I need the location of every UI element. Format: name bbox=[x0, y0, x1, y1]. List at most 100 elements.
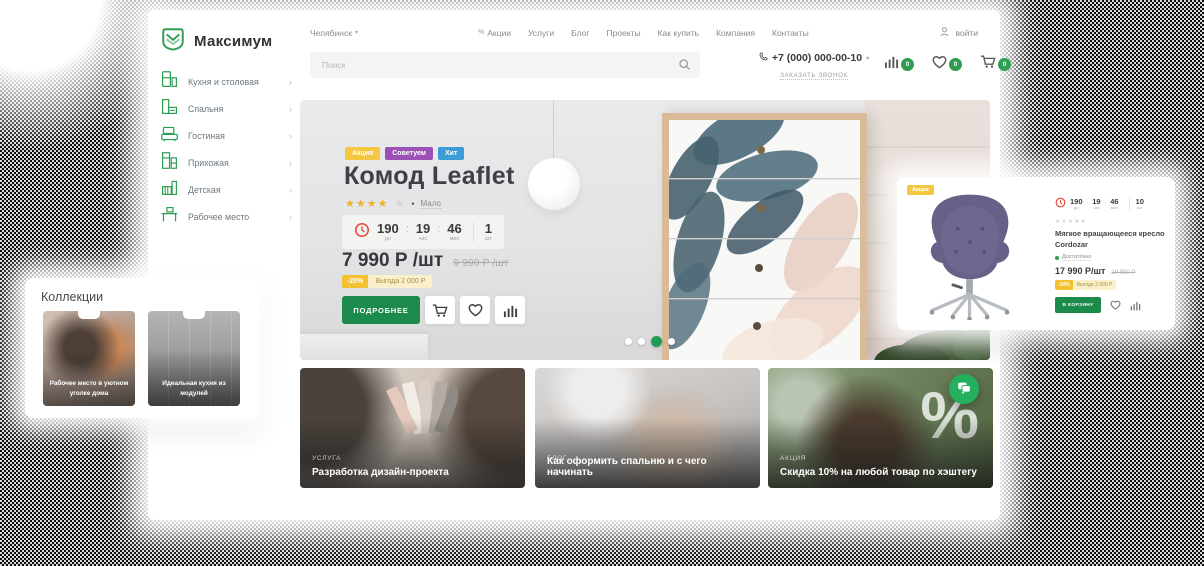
nav-projects[interactable]: Проекты bbox=[606, 28, 640, 38]
phone-number[interactable]: +7 (000) 000-00-10 ▾ bbox=[746, 52, 882, 64]
favorite-button[interactable] bbox=[1110, 300, 1121, 310]
discount-badge: -10% bbox=[1055, 280, 1073, 290]
site-panel: Максимум Челябинск ▾ %Акции Услуги Блог … bbox=[148, 10, 1000, 520]
sidebar-item-bedroom[interactable]: Спальня › bbox=[160, 95, 292, 122]
favorites-button[interactable]: 0 bbox=[932, 54, 962, 74]
benefit-badge: Выгода 2 000 Р bbox=[1073, 280, 1117, 290]
badge-hit: Хит bbox=[438, 147, 464, 160]
workplace-icon bbox=[160, 205, 179, 229]
hero-photo-ornament bbox=[528, 158, 580, 210]
login-label: войти bbox=[955, 28, 978, 38]
slider-dot-4[interactable] bbox=[668, 338, 675, 345]
nav-sales[interactable]: %Акции bbox=[478, 28, 511, 38]
banner-design-service[interactable]: УСЛУГА Разработка дизайн-проекта bbox=[300, 368, 525, 488]
banner-title: Разработка дизайн-проекта bbox=[312, 467, 515, 478]
phone-icon bbox=[759, 52, 768, 64]
collection-caption: Рабочее место в уютном уголке дома bbox=[47, 379, 131, 400]
sidebar-item-kitchen[interactable]: Кухня и столовая › bbox=[160, 68, 292, 95]
chevron-down-icon: ▾ bbox=[355, 29, 358, 36]
nav-company[interactable]: Компания bbox=[716, 28, 755, 38]
sidebar-item-kids[interactable]: Детская › bbox=[160, 176, 292, 203]
hero-price-row: 7 990 Р /шт 9 990 Р /шт bbox=[342, 250, 508, 272]
collections-title: Коллекции bbox=[41, 290, 103, 304]
chevron-right-icon: › bbox=[289, 131, 292, 141]
collection-card-workplace[interactable]: Рабочее место в уютном уголке дома bbox=[43, 311, 135, 406]
star-icons-empty: ★★★★★ bbox=[1055, 218, 1167, 225]
product-photo-chair bbox=[905, 187, 1035, 320]
phone-text: +7 (000) 000-00-10 bbox=[772, 52, 862, 64]
search-bar bbox=[310, 52, 700, 78]
star-icon-empty: ★ bbox=[394, 197, 405, 210]
price-current: 17 990 Р/шт bbox=[1055, 266, 1105, 276]
compare-bars-icon bbox=[884, 54, 899, 74]
hero-product-photo bbox=[662, 113, 867, 360]
hero-countdown: 190дн : 19час : 46мин 1шт bbox=[342, 215, 504, 249]
slider-dot-2[interactable] bbox=[638, 338, 645, 345]
chat-widget-button[interactable] bbox=[949, 374, 979, 404]
details-button[interactable]: ПОДРОБНЕЕ bbox=[342, 296, 420, 324]
badge-sale: Акция bbox=[907, 185, 934, 195]
percent-icon: % bbox=[478, 29, 484, 36]
collection-card-kitchen[interactable]: Идеальная кухня из модулей bbox=[148, 311, 240, 406]
page-background: Максимум Челябинск ▾ %Акции Услуги Блог … bbox=[0, 0, 1204, 566]
cart-icon bbox=[980, 54, 996, 74]
nav-contacts[interactable]: Контакты bbox=[772, 28, 809, 38]
sidebar-item-hallway[interactable]: Прихожая › bbox=[160, 149, 292, 176]
cart-count-badge: 0 bbox=[998, 58, 1011, 71]
slider-dot-1[interactable] bbox=[625, 338, 632, 345]
cart-button[interactable]: 0 bbox=[980, 54, 1011, 74]
heart-icon bbox=[932, 55, 947, 74]
slider-dot-3-active[interactable] bbox=[651, 336, 662, 347]
top-nav: Челябинск ▾ %Акции Услуги Блог Проекты К… bbox=[310, 26, 978, 39]
banner-title: Скидка 10% на любой товар по хэштегу bbox=[780, 467, 983, 478]
nav-services[interactable]: Услуги bbox=[528, 28, 554, 38]
hero-discount-row: -20% Выгода 2 000 Р bbox=[342, 275, 432, 288]
search-input[interactable] bbox=[310, 52, 700, 78]
kids-icon bbox=[160, 178, 179, 202]
compare-button[interactable] bbox=[1130, 300, 1141, 311]
favorite-button[interactable] bbox=[460, 296, 490, 324]
banner-category: АКЦИЯ bbox=[780, 455, 806, 462]
hero-rating: ★★★★★ • Мало bbox=[345, 197, 441, 210]
collection-caption: Идеальная кухня из модулей bbox=[152, 379, 236, 400]
sidebar-item-livingroom[interactable]: Гостиная › bbox=[160, 122, 292, 149]
nav-blog[interactable]: Блог bbox=[571, 28, 589, 38]
add-to-cart-button[interactable]: В КОРЗИНУ bbox=[1055, 297, 1101, 313]
compare-button-hero[interactable] bbox=[495, 296, 525, 324]
bedroom-icon bbox=[160, 97, 179, 121]
timer-clock-icon bbox=[354, 222, 370, 243]
benefit-badge: Выгода 2 000 Р bbox=[368, 275, 432, 288]
search-icon[interactable] bbox=[678, 58, 691, 76]
badge-recommend: Советуем bbox=[385, 147, 433, 160]
sidebar-item-workplace[interactable]: Рабочее место › bbox=[160, 203, 292, 230]
city-selector[interactable]: Челябинск ▾ bbox=[310, 28, 358, 38]
availability-dot bbox=[1055, 256, 1059, 260]
hero-product-title: Комод Leaflet bbox=[344, 162, 515, 191]
chevron-down-icon: ▾ bbox=[866, 55, 869, 62]
logo-shield-icon bbox=[160, 26, 186, 57]
login-link[interactable]: войти bbox=[939, 26, 978, 39]
logo[interactable]: Максимум bbox=[160, 26, 272, 57]
add-to-cart-button[interactable] bbox=[425, 296, 455, 324]
price-old: 19 990 Р bbox=[1111, 270, 1135, 276]
product-countdown: 190дн : 19час : 46мин 10шт bbox=[1055, 195, 1167, 213]
nav-how-to-buy[interactable]: Как купить bbox=[658, 28, 700, 38]
favorites-count-badge: 0 bbox=[949, 58, 962, 71]
product-title[interactable]: Мягкое вращающееся кресло Cordozar bbox=[1055, 229, 1167, 250]
badge-sale: Акция bbox=[345, 147, 380, 160]
price-current: 7 990 Р /шт bbox=[342, 250, 443, 272]
chevron-right-icon: › bbox=[289, 104, 292, 114]
header-icons: 0 0 0 bbox=[884, 54, 1011, 74]
availability-label[interactable]: Мало bbox=[420, 199, 440, 209]
banner-blog-article[interactable]: БЛОГ Как оформить спальню и с чего начин… bbox=[535, 368, 760, 488]
hero-actions: ПОДРОБНЕЕ bbox=[342, 296, 525, 324]
product-quickview-card[interactable]: Акция 190дн : 19час : 46мин bbox=[897, 177, 1175, 330]
user-icon bbox=[939, 26, 950, 39]
compare-button[interactable]: 0 bbox=[884, 54, 914, 74]
hero-slider[interactable]: Акция Советуем Хит Комод Leaflet ★★★★★ •… bbox=[300, 100, 990, 360]
logo-text: Максимум bbox=[194, 33, 272, 50]
callback-link[interactable]: ЗАКАЗАТЬ ЗВОНОК bbox=[780, 72, 848, 80]
chevron-right-icon: › bbox=[289, 185, 292, 195]
hero-badges: Акция Советуем Хит bbox=[345, 147, 464, 160]
livingroom-icon bbox=[160, 124, 179, 148]
